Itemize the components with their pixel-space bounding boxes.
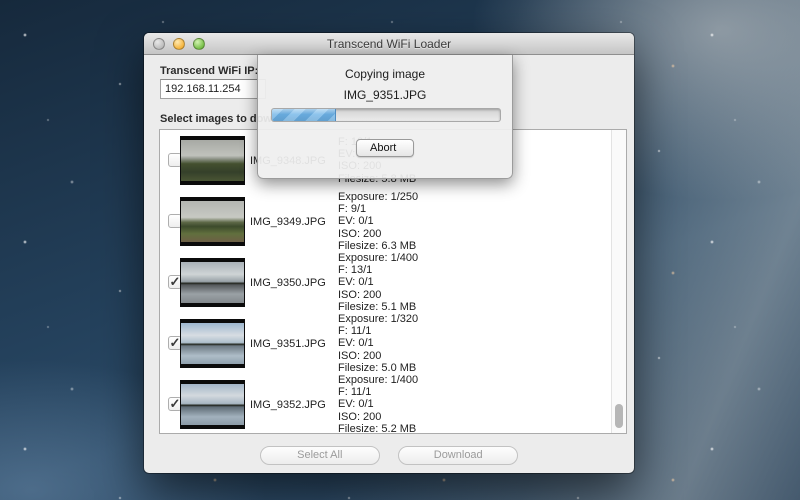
exif-line: Exposure: 1/400 bbox=[338, 373, 418, 385]
image-thumbnail bbox=[180, 380, 245, 429]
scrollbar-track[interactable] bbox=[611, 130, 626, 433]
window-titlebar[interactable]: Transcend WiFi Loader bbox=[144, 33, 634, 55]
progress-bar bbox=[271, 108, 501, 122]
image-thumbnail bbox=[180, 197, 245, 246]
exif-line: ISO: 200 bbox=[338, 289, 418, 301]
image-thumbnail bbox=[180, 319, 245, 368]
image-filename: IMG_9350.JPG bbox=[250, 277, 326, 289]
exif-line: EV: 0/1 bbox=[338, 337, 418, 349]
exif-line: ISO: 200 bbox=[338, 350, 418, 362]
image-filename: IMG_9352.JPG bbox=[250, 399, 326, 411]
select-all-button[interactable]: Select All bbox=[260, 446, 380, 465]
exif-line: Exposure: 1/250 bbox=[338, 190, 418, 202]
download-button[interactable]: Download bbox=[398, 446, 518, 465]
exif-line: ISO: 200 bbox=[338, 411, 418, 423]
exif-info: Exposure: 1/400F: 11/1EV: 0/1ISO: 200Fil… bbox=[338, 373, 418, 434]
exif-line: EV: 0/1 bbox=[338, 215, 418, 227]
exif-line: F: 13/1 bbox=[338, 264, 418, 276]
image-filename: IMG_9349.JPG bbox=[250, 216, 326, 228]
exif-line: EV: 0/1 bbox=[338, 398, 418, 410]
list-item[interactable]: ✓ IMG_9350.JPG Exposure: 1/400F: 13/1EV:… bbox=[160, 252, 611, 313]
exif-info: Exposure: 1/400F: 13/1EV: 0/1ISO: 200Fil… bbox=[338, 251, 418, 313]
list-item[interactable]: ✓ IMG_9352.JPG Exposure: 1/400F: 11/1EV:… bbox=[160, 374, 611, 434]
exif-info: Exposure: 1/250F: 9/1EV: 0/1ISO: 200File… bbox=[338, 190, 418, 252]
scrollbar-thumb[interactable] bbox=[615, 404, 623, 428]
list-item[interactable]: ✓ IMG_9351.JPG Exposure: 1/320F: 11/1EV:… bbox=[160, 313, 611, 374]
exif-line: ISO: 200 bbox=[338, 228, 418, 240]
window-title: Transcend WiFi Loader bbox=[144, 37, 634, 51]
image-thumbnail bbox=[180, 258, 245, 307]
exif-info: Exposure: 1/320F: 11/1EV: 0/1ISO: 200Fil… bbox=[338, 312, 418, 374]
copying-sheet: Copying image IMG_9351.JPG Abort bbox=[257, 55, 513, 179]
sheet-filename: IMG_9351.JPG bbox=[258, 88, 512, 102]
exif-line: Exposure: 1/320 bbox=[338, 312, 418, 324]
progress-fill bbox=[272, 109, 336, 121]
exif-line: F: 11/1 bbox=[338, 325, 418, 337]
ip-input[interactable] bbox=[160, 79, 266, 99]
desktop-wallpaper: Transcend WiFi Loader Transcend WiFi IP:… bbox=[0, 0, 800, 500]
exif-line: F: 11/1 bbox=[338, 386, 418, 398]
app-window: Transcend WiFi Loader Transcend WiFi IP:… bbox=[144, 33, 634, 473]
abort-button[interactable]: Abort bbox=[356, 139, 414, 157]
exif-line: Filesize: 5.2 MB bbox=[338, 423, 418, 434]
exif-line: EV: 0/1 bbox=[338, 276, 418, 288]
sheet-title: Copying image bbox=[258, 67, 512, 81]
image-filename: IMG_9351.JPG bbox=[250, 338, 326, 350]
bottom-button-bar: Select All Download bbox=[144, 445, 634, 465]
exif-line: Exposure: 1/400 bbox=[338, 251, 418, 263]
image-thumbnail bbox=[180, 136, 245, 185]
exif-line: F: 9/1 bbox=[338, 203, 418, 215]
ip-label: Transcend WiFi IP: bbox=[160, 65, 258, 77]
list-item[interactable]: IMG_9349.JPG Exposure: 1/250F: 9/1EV: 0/… bbox=[160, 191, 611, 252]
